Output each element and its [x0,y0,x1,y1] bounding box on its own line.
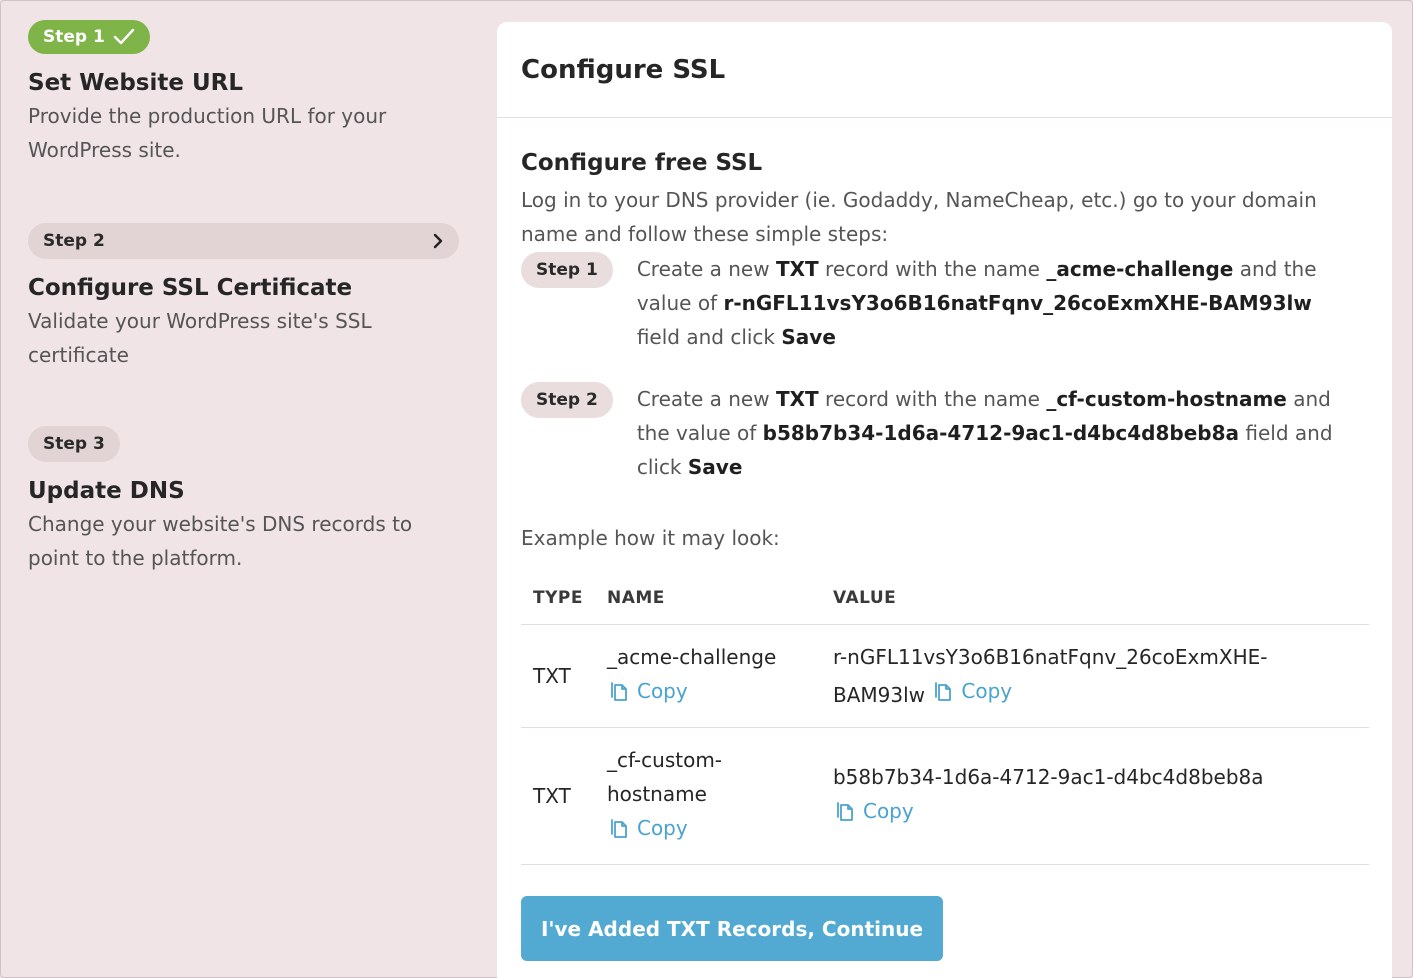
copy-value-button[interactable]: Copy [931,674,1012,708]
card-body: Configure free SSL Log in to your DNS pr… [497,118,1392,865]
copy-icon [611,819,627,838]
instruction-step-1: Step 1 Create a new TXT record with the … [521,252,1368,354]
column-type: TYPE [521,588,595,625]
configure-ssl-card: Configure SSL Configure free SSL Log in … [497,22,1392,978]
card-header: Configure SSL [497,22,1392,118]
step-1-badge[interactable]: Step 1 [28,20,150,54]
instruction-step-2-badge: Step 2 [521,382,613,418]
row-2-type: TXT [521,727,595,865]
column-name: NAME [594,588,821,625]
step-2-description: Validate your WordPress site's SSL certi… [28,309,372,367]
copy-name-button[interactable]: Copy [607,811,688,845]
copy-icon [935,682,952,701]
row-1-type: TXT [521,624,595,728]
step-3-badge[interactable]: Step 3 [28,426,120,462]
row-2-value: b58b7b34-1d6a-4712-9ac1-d4bc4d8beb8a Cop… [820,727,1369,865]
instruction-step-2-text: Create a new TXT record with the name _c… [636,387,1333,479]
chevron-right-icon [433,233,443,249]
step-2-badge[interactable]: Step 2 [28,223,459,259]
sidebar-step-3: Step 3 Update DNS Change your website's … [28,426,448,575]
page-title: Configure SSL [521,54,726,85]
txt-records-table: TYPE NAME VALUE TXT _acme-challenge Copy [521,588,1369,865]
example-label: Example how it may look: [521,526,780,550]
row-1-name: _acme-challenge Copy [594,624,821,728]
row-2-name: _cf-custom-hostname Copy [594,727,821,865]
step-1-description: Provide the production URL for your Word… [28,104,387,162]
step-1-title: Set Website URL [28,70,243,96]
intro-text: Log in to your DNS provider (ie. Godaddy… [521,188,1317,246]
sidebar-step-2: Step 2 Configure SSL Certificate Validat… [28,223,459,372]
copy-icon [837,802,853,821]
sidebar-step-1: Step 1 Set Website URL Provide the produ… [28,20,460,167]
section-title: Configure free SSL [521,150,763,176]
step-2-title: Configure SSL Certificate [28,275,353,301]
table-header-row: TYPE NAME VALUE [521,588,1369,625]
check-icon [113,28,135,45]
steps-sidebar: Step 1 Set Website URL Provide the produ… [28,20,460,570]
step-3-description: Change your website's DNS records to poi… [28,512,413,570]
continue-button[interactable]: I've Added TXT Records, Continue [521,896,943,961]
step-3-title: Update DNS [28,478,185,504]
copy-icon [611,682,627,701]
instruction-step-2: Step 2 Create a new TXT record with the … [521,382,1368,484]
row-1-value: r-nGFL11vsY3o6B16natFqnv_26coExmXHE-BAM9… [820,624,1369,728]
table-row: TXT _acme-challenge Copy r-nGFL11vsY3o6B… [521,624,1369,728]
table-row: TXT _cf-custom-hostname Copy b58b7b34-1d… [521,727,1369,865]
instruction-step-1-badge: Step 1 [521,252,613,288]
copy-name-button[interactable]: Copy [607,674,688,708]
column-value: VALUE [820,588,1369,625]
copy-value-button[interactable]: Copy [833,794,914,828]
instruction-step-1-text: Create a new TXT record with the name _a… [636,257,1317,349]
